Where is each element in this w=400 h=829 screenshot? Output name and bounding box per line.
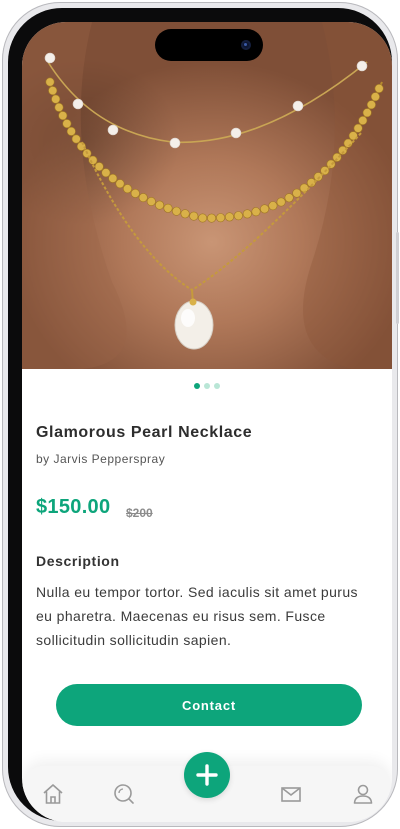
home-icon [43, 784, 63, 804]
gold-bead [343, 138, 353, 148]
add-icon [196, 764, 218, 786]
gold-bead [146, 197, 156, 207]
gold-bead [62, 119, 72, 129]
product-price: $150.00 [36, 496, 111, 518]
gold-bead [242, 209, 252, 219]
tab-search[interactable] [111, 781, 137, 807]
tab-mail[interactable] [278, 781, 304, 807]
gold-bead [268, 201, 278, 211]
gold-bead [71, 134, 81, 144]
gold-bead [284, 193, 294, 203]
gold-bead [353, 123, 363, 133]
gold-bead [358, 116, 368, 126]
gold-bead [115, 179, 125, 189]
gold-bead [260, 204, 270, 214]
carousel-dot[interactable] [194, 383, 200, 389]
gold-bead [108, 173, 118, 183]
gold-bead [233, 211, 243, 221]
gold-bead [101, 168, 111, 178]
gold-bead [198, 213, 208, 223]
gold-bead [374, 83, 384, 93]
gold-bead [130, 188, 140, 198]
mail-icon [281, 787, 301, 802]
product-old-price: $200 [126, 506, 153, 520]
necklace-illustration [22, 22, 392, 369]
camera-icon [241, 40, 251, 50]
gold-bead [216, 213, 226, 223]
gold-bead [123, 184, 133, 194]
gold-bead [207, 213, 217, 223]
dynamic-island [155, 29, 263, 61]
gold-bead [54, 102, 64, 112]
add-button[interactable] [184, 752, 230, 798]
gold-bead [172, 206, 182, 216]
gold-bead [163, 203, 173, 213]
product-title: Glamorous Pearl Necklace [36, 424, 253, 441]
user-icon [353, 784, 373, 804]
phone-bezel: Glamorous Pearl Necklace by Jarvis Peppe… [8, 8, 392, 822]
power-button [396, 232, 399, 324]
gold-bead [299, 183, 309, 193]
gold-bead [58, 111, 68, 121]
carousel-dots [22, 383, 392, 389]
gold-bead [366, 100, 376, 110]
gold-bead [276, 197, 286, 207]
gold-bead [180, 209, 190, 219]
phone-frame: Glamorous Pearl Necklace by Jarvis Peppe… [2, 2, 399, 827]
gold-bead [370, 92, 380, 102]
gold-bead [251, 207, 261, 217]
gold-bead [66, 126, 76, 136]
gold-bead [51, 94, 61, 104]
gold-bead [155, 200, 165, 210]
screen: Glamorous Pearl Necklace by Jarvis Peppe… [22, 22, 392, 822]
gold-bead [225, 212, 235, 222]
tab-profile[interactable] [350, 781, 376, 807]
description-text: Nulla eu tempor tortor. Sed iaculis sit … [36, 584, 358, 648]
product-image[interactable] [22, 22, 392, 369]
carousel-dot[interactable] [214, 383, 220, 389]
gold-bead [48, 86, 58, 96]
gold-bead [45, 77, 55, 87]
product-author: by Jarvis Pepperspray [36, 452, 166, 466]
carousel-dot[interactable] [204, 383, 210, 389]
search-icon [114, 784, 134, 804]
gold-bead [189, 211, 199, 221]
description-heading: Description [36, 553, 120, 569]
tab-home[interactable] [40, 781, 66, 807]
contact-button[interactable]: Contact [56, 684, 362, 726]
gold-bead [362, 108, 372, 118]
gold-bead [138, 193, 148, 203]
